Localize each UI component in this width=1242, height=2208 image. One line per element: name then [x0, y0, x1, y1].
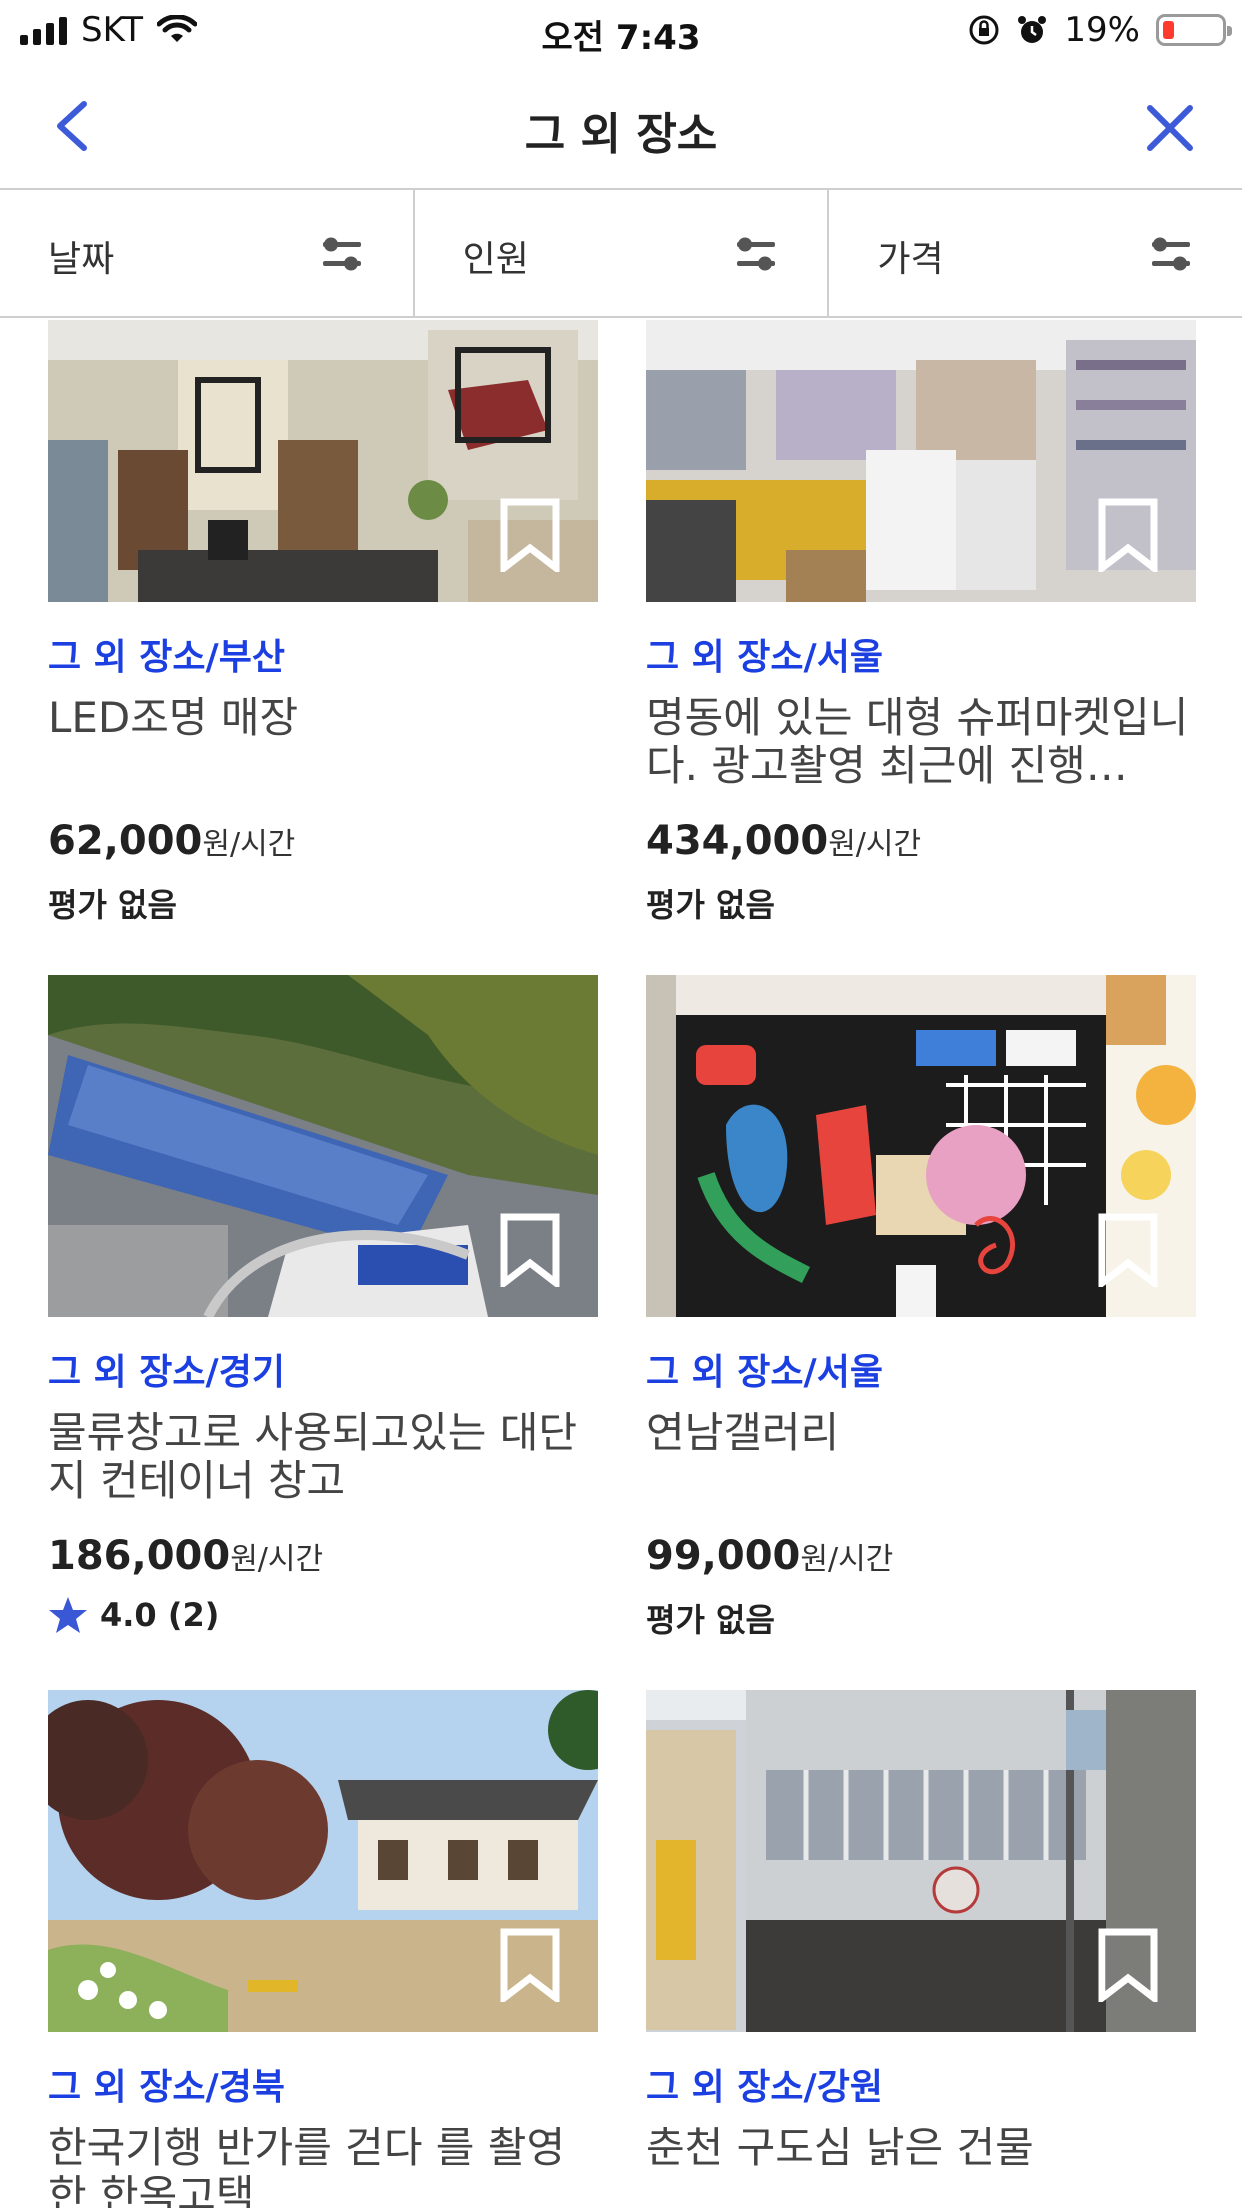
listing-card[interactable]: 그 외 장소/경북 한국기행 반가를 걷다 를 촬영한 한옥고택 [48, 1690, 598, 2208]
listing-title: 연남갤러리 [646, 1409, 840, 1457]
listing-title: 춘천 구도심 낡은 건물 [646, 2124, 1034, 2172]
bookmark-icon[interactable] [1096, 498, 1160, 572]
listing-title: 물류창고로 사용되고있는 대단지 컨테이너 창고 [48, 1409, 578, 1505]
bookmark-icon[interactable] [498, 1213, 562, 1287]
filter-label: 날짜 [48, 239, 115, 280]
listing-rating: 평가 없음 [48, 880, 598, 926]
listing-category: 그 외 장소/서울 [646, 637, 883, 678]
listing-title: 한국기행 반가를 걷다 를 촬영한 한옥고택 [48, 2124, 566, 2208]
listing-price: 434,000 [646, 818, 829, 864]
status-right: 19% [968, 10, 1232, 50]
listing-price: 99,000 [646, 1533, 801, 1579]
status-bar: SKT 오전 7:43 19% [0, 0, 1242, 62]
listing-photo [646, 1690, 1196, 2032]
price-unit: 원/시간 [230, 1542, 324, 1577]
alarm-icon [1018, 16, 1047, 43]
price-unit: 원/시간 [800, 1542, 894, 1577]
filter-date[interactable]: 날짜 [0, 190, 415, 316]
listing-title: 명동에 있는 대형 슈퍼마켓입니다. 광고촬영 최근에 진행… [646, 694, 1189, 790]
listing-photo [646, 320, 1196, 602]
listing-category: 그 외 장소/부산 [48, 637, 285, 678]
listing-rating: 4.0 (2) [48, 1595, 598, 1635]
listing-card[interactable]: 그 외 장소/서울 명동에 있는 대형 슈퍼마켓입니다. 광고촬영 최근에 진행… [646, 320, 1196, 926]
bookmark-icon[interactable] [1096, 1213, 1160, 1287]
battery-level [1163, 21, 1174, 39]
filter-sliders-icon [322, 237, 361, 271]
listing-category: 그 외 장소/서울 [646, 1352, 883, 1393]
battery-icon [1156, 14, 1232, 46]
listing-card[interactable]: 그 외 장소/부산 LED조명 매장 62,000원/시간 평가 없음 [48, 320, 598, 926]
listing-price: 186,000 [48, 1533, 231, 1579]
listing-photo [48, 975, 598, 1317]
star-icon [49, 1597, 87, 1633]
rating-text: 4.0 (2) [100, 1596, 220, 1634]
price-row: 99,000원/시간 [646, 1533, 1196, 1579]
orientation-lock-icon [969, 15, 999, 45]
rating-text: 평가 없음 [646, 886, 775, 924]
filter-price[interactable]: 가격 [829, 190, 1242, 316]
bookmark-icon[interactable] [498, 1928, 562, 2002]
price-row: 434,000원/시간 [646, 818, 1196, 864]
price-unit: 원/시간 [202, 827, 296, 862]
listing-price: 62,000 [48, 818, 203, 864]
price-unit: 원/시간 [828, 827, 922, 862]
rating-text: 평가 없음 [646, 1601, 775, 1639]
listing-photo [48, 1690, 598, 2032]
listing-card[interactable]: 그 외 장소/서울 연남갤러리 99,000원/시간 평가 없음 [646, 975, 1196, 1641]
listing-photo [646, 975, 1196, 1317]
navigation-bar: 그 외 장소 [0, 62, 1242, 190]
price-row: 186,000원/시간 [48, 1533, 598, 1579]
filter-people[interactable]: 인원 [415, 190, 830, 316]
listing-category: 그 외 장소/강원 [646, 2067, 883, 2108]
page-title: 그 외 장소 [524, 109, 718, 160]
listing-category: 그 외 장소/경기 [48, 1352, 285, 1393]
bookmark-icon[interactable] [498, 498, 562, 572]
filter-bar: 날짜 인원 가격 [0, 190, 1242, 318]
price-row: 62,000원/시간 [48, 818, 598, 864]
listing-title: LED조명 매장 [48, 694, 299, 742]
listing-category: 그 외 장소/경북 [48, 2067, 285, 2108]
close-icon[interactable] [1140, 98, 1200, 158]
listing-rating: 평가 없음 [646, 880, 1196, 926]
listing-grid: 그 외 장소/부산 LED조명 매장 62,000원/시간 평가 없음 그 외 … [0, 320, 1242, 2208]
listing-rating: 평가 없음 [646, 1595, 1196, 1641]
filter-label: 가격 [877, 239, 944, 280]
listing-card[interactable]: 그 외 장소/강원 춘천 구도심 낡은 건물 [646, 1690, 1196, 2208]
filter-sliders-icon [1152, 237, 1191, 271]
filter-label: 인원 [462, 239, 529, 280]
battery-percent: 19% [1064, 10, 1140, 50]
listing-photo [48, 320, 598, 602]
filter-sliders-icon [737, 237, 776, 271]
bookmark-icon[interactable] [1096, 1928, 1160, 2002]
rating-text: 평가 없음 [48, 886, 177, 924]
listing-card[interactable]: 그 외 장소/경기 물류창고로 사용되고있는 대단지 컨테이너 창고 186,0… [48, 975, 598, 1635]
